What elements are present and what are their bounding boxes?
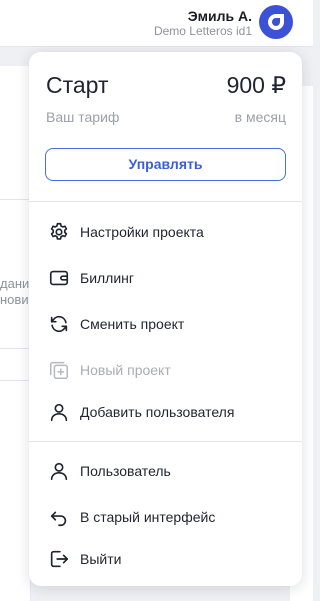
menu-item-switch-project[interactable]: Сменить проект (29, 304, 302, 344)
menu-item-label: Настройки проекта (80, 224, 204, 240)
plan-name: Старт (46, 72, 109, 98)
menu-item-project-settings[interactable]: Настройки проекта (29, 212, 302, 252)
menu-item-label: Сменить проект (80, 316, 185, 332)
menu-divider (29, 201, 302, 202)
account-dropdown: Старт 900 ₽ Ваш тариф в месяц Управлять … (29, 52, 302, 586)
menu-item-new-project: Новый проект (29, 350, 302, 390)
letteros-logo-icon (268, 14, 284, 30)
gear-icon (47, 220, 71, 244)
refresh-icon (47, 312, 71, 336)
menu-item-label: Добавить пользователя (80, 404, 235, 420)
background-divider (0, 348, 30, 349)
menu-divider (29, 441, 302, 442)
wallet-icon (47, 266, 71, 290)
user-icon (47, 459, 71, 483)
plan-subtitle: Ваш тариф (46, 109, 120, 125)
menu-item-label: Выйти (80, 551, 122, 567)
avatar[interactable] (259, 5, 293, 39)
menu-item-old-interface[interactable]: В старый интерфейс (29, 497, 302, 537)
menu-item-label: Биллинг (80, 270, 135, 286)
user-name[interactable]: Эмиль А. (188, 8, 252, 24)
menu-item-label: Пользователь (80, 463, 171, 479)
user-icon (47, 400, 71, 424)
background-divider (0, 199, 30, 200)
menu-item-logout[interactable]: Выйти (29, 539, 302, 579)
background-panel: дани нови (0, 66, 31, 601)
plan-period: в месяц (234, 109, 286, 125)
menu-item-add-user[interactable]: Добавить пользователя (29, 392, 302, 432)
plan-price: 900 ₽ (226, 72, 286, 98)
background-divider (0, 380, 30, 381)
logout-icon (47, 547, 71, 571)
background-text: нови (0, 292, 29, 307)
menu-item-label: В старый интерфейс (80, 509, 216, 525)
menu-item-billing[interactable]: Биллинг (29, 258, 302, 298)
manage-plan-button[interactable]: Управлять (45, 148, 286, 181)
menu-item-label: Новый проект (80, 362, 171, 378)
menu-item-user[interactable]: Пользователь (29, 451, 302, 491)
undo-arrow-icon (47, 505, 71, 529)
add-copy-icon (47, 358, 71, 382)
organization-name[interactable]: Demo Letteros id1 (154, 24, 252, 38)
background-text: дани (0, 276, 30, 291)
top-bar: Эмиль А. Demo Letteros id1 (0, 0, 313, 47)
